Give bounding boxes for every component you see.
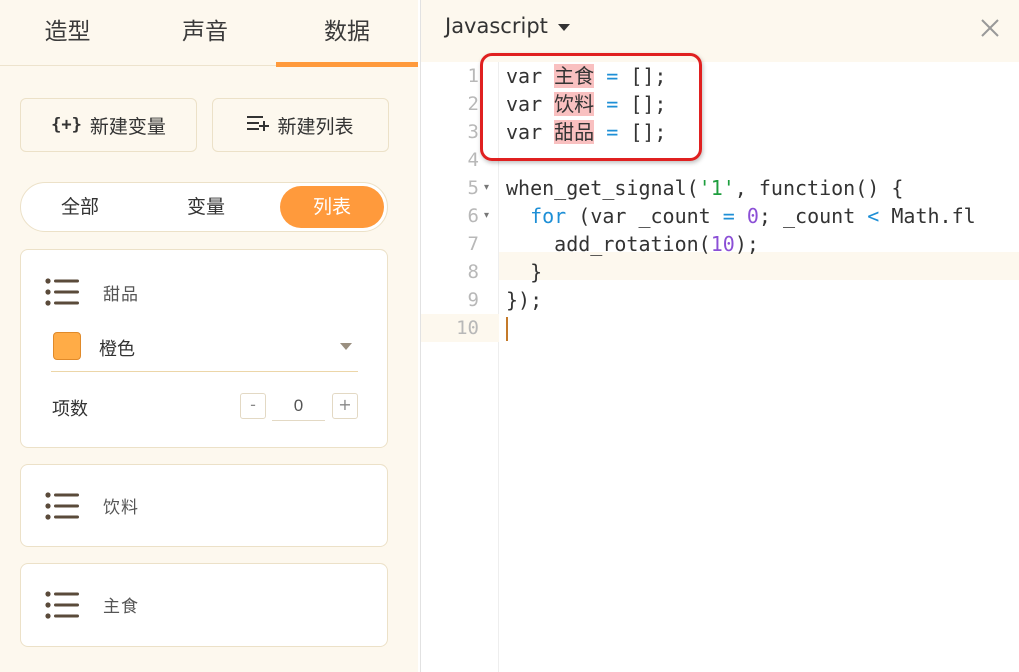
line-number: 8 — [467, 261, 479, 283]
code-token: add_rotation( — [554, 232, 711, 256]
code-token: }); — [506, 288, 543, 312]
code-line: when_get_signal('1', function() { — [506, 174, 903, 202]
new-variable-button[interactable]: {+} 新建变量 — [20, 98, 197, 152]
new-list-button[interactable]: 新建列表 — [212, 98, 389, 152]
annotation-highlight-box — [480, 53, 702, 161]
language-dropdown[interactable]: Javascript — [445, 14, 570, 38]
data-panel: 造型 声音 数据 {+} 新建变量 新建列表 全部 变量 列表 甜品 橙色 项数… — [0, 0, 418, 672]
item-count-label: 项数 — [52, 399, 88, 420]
tab-sounds[interactable]: 声音 — [135, 0, 275, 66]
item-count-input[interactable] — [272, 391, 325, 421]
code-token: , function() { — [734, 176, 904, 200]
code-token: ); — [734, 232, 759, 256]
code-line: add_rotation(10); — [506, 230, 759, 258]
code-token: 10 — [710, 232, 735, 256]
list-card-dessert[interactable]: 甜品 橙色 项数 - + — [20, 249, 388, 448]
fold-arrow-icon[interactable]: ▾ — [484, 202, 489, 230]
close-button[interactable] — [976, 14, 1004, 42]
line-number: 5 — [467, 177, 479, 199]
line-number: 7 — [467, 233, 479, 255]
text-cursor — [506, 317, 508, 341]
list-icon — [45, 278, 81, 306]
close-icon — [981, 19, 999, 37]
code-token: for — [530, 204, 567, 228]
tab-data[interactable]: 数据 — [276, 0, 418, 67]
list-card-drinks[interactable]: 饮料 — [20, 464, 388, 547]
list-card-staple[interactable]: 主食 — [20, 563, 388, 647]
caret-down-icon — [340, 343, 352, 350]
line-number: 9 — [467, 289, 479, 311]
filter-lists[interactable]: 列表 — [280, 186, 384, 228]
code-token: when_get_signal( — [506, 176, 699, 200]
code-token: 0 — [746, 204, 759, 228]
list-icon — [45, 591, 81, 619]
add-list-icon — [247, 114, 270, 137]
line-number: 2 — [467, 93, 479, 115]
color-dropdown[interactable]: 橙色 — [51, 330, 358, 372]
code-token: _count — [626, 204, 723, 228]
filter-variables[interactable]: 变量 — [151, 186, 261, 228]
code-token: Math.fl — [879, 204, 976, 228]
code-line: } — [506, 258, 542, 286]
color-label: 橙色 — [99, 339, 135, 360]
line-number: 6 — [467, 205, 479, 227]
code-token: < — [867, 204, 880, 228]
tab-costumes[interactable]: 造型 — [0, 0, 135, 66]
add-variable-icon: {+} — [51, 115, 82, 135]
list-icon — [45, 492, 81, 520]
fold-arrow-icon[interactable]: ▾ — [484, 174, 489, 202]
caret-down-icon — [557, 23, 570, 31]
list-name: 甜品 — [103, 285, 139, 305]
code-token: = — [722, 204, 735, 228]
line-number: 1 — [467, 65, 479, 87]
new-variable-label: 新建变量 — [89, 115, 166, 138]
code-token: ( — [566, 204, 591, 228]
line-number: 10 — [456, 317, 479, 339]
list-name: 主食 — [103, 597, 139, 617]
code-token: '1' — [698, 176, 735, 200]
line-number: 3 — [467, 121, 479, 143]
list-name: 饮料 — [103, 498, 139, 518]
code-token: var — [590, 204, 627, 228]
line-number: 4 — [467, 149, 479, 171]
new-list-label: 新建列表 — [277, 115, 354, 138]
code-token: ; _count — [758, 204, 868, 228]
increment-button[interactable]: + — [332, 393, 358, 419]
decrement-button[interactable]: - — [240, 393, 266, 419]
language-label: Javascript — [445, 14, 548, 38]
filter-segmented-control: 全部 变量 列表 — [20, 182, 388, 232]
color-swatch — [53, 332, 81, 360]
code-line: for (var _count = 0; _count < Math.fl — [506, 202, 976, 230]
code-line: }); — [506, 286, 542, 314]
filter-all[interactable]: 全部 — [25, 186, 135, 228]
code-token: } — [530, 260, 543, 284]
panel-tabs: 造型 声音 数据 — [0, 0, 418, 67]
